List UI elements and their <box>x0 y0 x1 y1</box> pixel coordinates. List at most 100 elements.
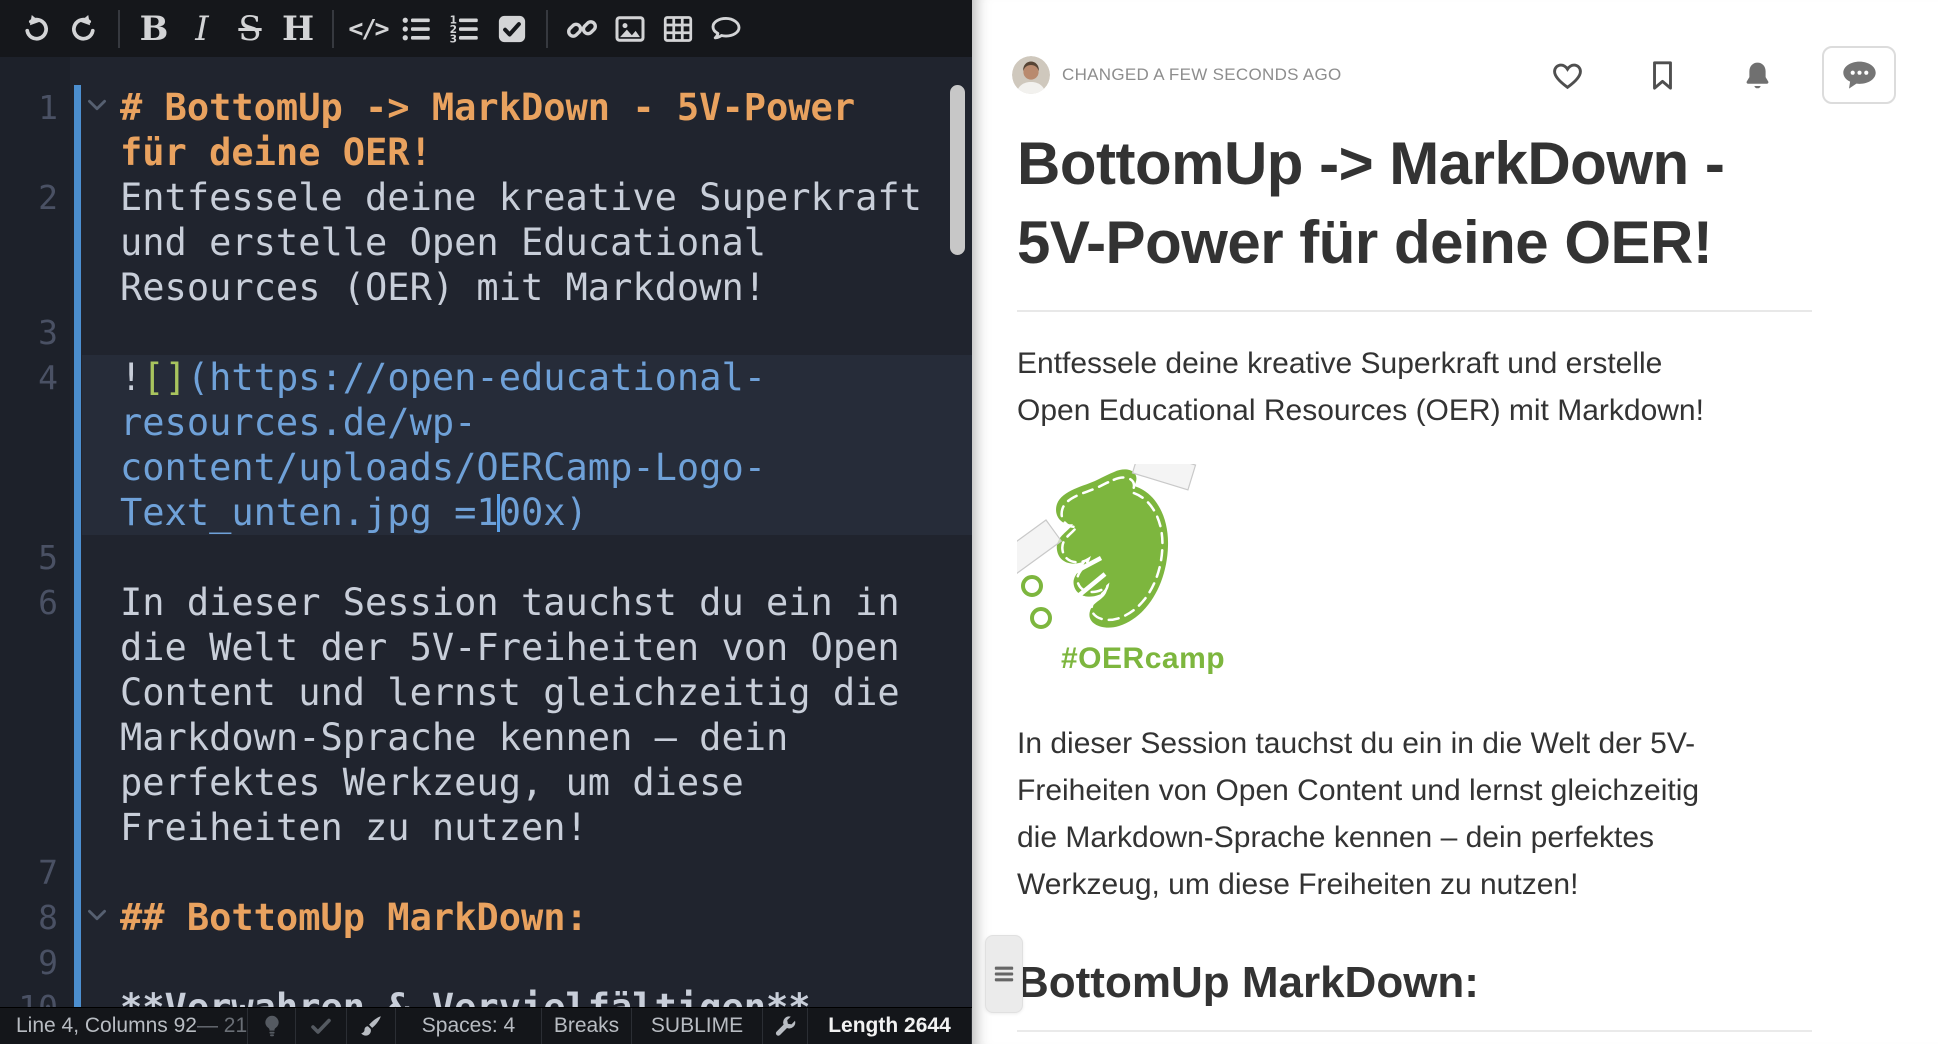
numbered-list-icon: 123 <box>449 14 479 44</box>
code-icon: </> <box>348 14 387 43</box>
preview-header: CHANGED A FEW SECONDS AGO <box>972 0 1938 110</box>
user-avatar[interactable] <box>1012 56 1050 94</box>
changed-lines-indicator <box>74 850 81 895</box>
editor-line-4[interactable]: 4![](https://open-educational-resources.… <box>0 355 972 535</box>
status-doc-length[interactable]: Length 2644 <box>808 1008 972 1044</box>
strikethrough-button[interactable]: S <box>226 5 274 53</box>
line-number: 7 <box>0 850 58 895</box>
status-doc-length-label: Length 2644 <box>828 1014 951 1038</box>
editor-line-8[interactable]: 8## BottomUp MarkDown: <box>0 895 972 940</box>
note-actions <box>1489 59 1774 92</box>
redo-icon <box>69 14 99 44</box>
italic-button[interactable]: I <box>178 5 226 53</box>
status-keymap-setting[interactable]: SUBLIME <box>632 1008 763 1044</box>
editor-body[interactable]: 1 # BottomUp -> MarkDown - 5V-Powerfür de… <box>0 57 972 1007</box>
heading-button[interactable]: H <box>274 5 322 53</box>
changed-lines-indicator <box>74 895 81 940</box>
editor-line-9[interactable]: 9 <box>0 940 972 985</box>
fold-chevron-icon[interactable] <box>84 902 110 928</box>
status-indent-setting-label: Spaces: 4 <box>422 1014 515 1038</box>
bell-button[interactable] <box>1741 59 1774 92</box>
link-button[interactable] <box>558 5 606 53</box>
comment-filled-icon <box>1841 57 1878 94</box>
logo-caption: #OERcamp <box>1017 642 1217 676</box>
status-linebreak-setting-label: Breaks <box>554 1014 619 1038</box>
svg-text:3: 3 <box>450 32 457 44</box>
changed-lines-indicator <box>74 310 81 355</box>
line-text: In dieser Session tauchst du ein indie W… <box>120 580 972 850</box>
redo-button[interactable] <box>60 5 108 53</box>
status-linebreak-setting[interactable]: Breaks <box>542 1008 632 1044</box>
brush-icon <box>359 1014 383 1038</box>
changed-lines-indicator <box>74 940 81 985</box>
toolbar-divider <box>546 10 548 48</box>
toolbar-divider <box>118 10 120 48</box>
code-button[interactable]: </> <box>344 5 392 53</box>
line-number: 6 <box>0 580 58 625</box>
changed-lines-indicator <box>74 355 81 535</box>
image-button[interactable] <box>606 5 654 53</box>
table-button[interactable] <box>654 5 702 53</box>
line-text: ## BottomUp MarkDown: <box>120 895 972 940</box>
status-theme[interactable] <box>347 1008 396 1044</box>
line-text <box>120 850 972 895</box>
status-indent-setting[interactable]: Spaces: 4 <box>396 1008 542 1044</box>
editor-line-7[interactable]: 7 <box>0 850 972 895</box>
line-text: **Verwahren & Vervielfältigen** <box>120 985 972 1007</box>
line-number: 5 <box>0 535 58 580</box>
comment-button[interactable] <box>702 5 750 53</box>
undo-icon <box>21 14 51 44</box>
bookmark-button[interactable] <box>1646 59 1679 92</box>
editor-line-5[interactable]: 5 <box>0 535 972 580</box>
text-cursor <box>497 494 500 532</box>
editor-line-2[interactable]: 2Entfessele deine kreative Superkraftund… <box>0 175 972 310</box>
changed-lines-indicator <box>74 535 81 580</box>
bullet-list-icon <box>401 14 431 44</box>
line-text: ![](https://open-educational-resources.d… <box>120 355 972 535</box>
menu-icon <box>993 963 1015 985</box>
status-spellcheck[interactable] <box>296 1008 347 1044</box>
line-number: 9 <box>0 940 58 985</box>
strikethrough-icon: S <box>238 12 261 46</box>
bullet-list-button[interactable] <box>392 5 440 53</box>
line-number: 1 <box>0 85 58 130</box>
editor-line-1[interactable]: 1 # BottomUp -> MarkDown - 5V-Powerfür de… <box>0 85 972 175</box>
note-paragraph-2: In dieser Session tauchst du ein in die … <box>1017 720 1812 908</box>
app-window: BISH </> 123 1 # BottomUp -> MarkDown - 5V-… <box>0 0 1938 1044</box>
code-area[interactable]: 1 # BottomUp -> MarkDown - 5V-Powerfür de… <box>0 85 972 1007</box>
bookmark-icon <box>1646 59 1679 92</box>
status-cursor-position-label: Line 4, Columns 92 <box>16 1014 197 1038</box>
logo-flame-shape <box>1056 469 1168 627</box>
toc-toggle[interactable] <box>985 935 1023 1013</box>
image-icon <box>615 14 645 44</box>
editor-line-10[interactable]: 10 **Verwahren & Vervielfältigen** <box>0 985 972 1007</box>
note-title: BottomUp -> MarkDown - 5V-Power für dein… <box>1017 124 1812 312</box>
heading-icon: H <box>282 12 314 46</box>
line-number: 10 <box>0 985 58 1007</box>
fold-chevron-icon[interactable] <box>84 92 110 118</box>
bold-icon: B <box>140 12 169 46</box>
task-list-button[interactable] <box>488 5 536 53</box>
status-cursor-position[interactable]: Line 4, Columns 92 — 21 <box>0 1008 248 1044</box>
numbered-list-button[interactable]: 123 <box>440 5 488 53</box>
line-text <box>120 535 972 580</box>
preview-pane: CHANGED A FEW SECONDS AGO BottomUp -> Ma… <box>972 0 1938 1044</box>
link-icon <box>567 14 597 44</box>
status-preferences[interactable] <box>763 1008 808 1044</box>
comments-button[interactable] <box>1822 46 1896 104</box>
editor-line-6[interactable]: 6 In dieser Session tauchst du ein indie … <box>0 580 972 850</box>
bold-button[interactable]: B <box>130 5 178 53</box>
note-paragraph-1: Entfessele deine kreative Superkraft und… <box>1017 340 1812 434</box>
editor-line-3[interactable]: 3 <box>0 310 972 355</box>
changed-lines-indicator <box>74 985 81 1007</box>
undo-button[interactable] <box>12 5 60 53</box>
avatar-photo <box>1012 56 1050 94</box>
line-text: Entfessele deine kreative Superkraftund … <box>120 175 972 310</box>
changed-lines-indicator <box>74 85 81 175</box>
editor-status-bar: Line 4, Columns 92 — 21 Spaces: 4 Breaks SU… <box>0 1007 972 1044</box>
status-hint[interactable] <box>248 1008 296 1044</box>
heart-button[interactable] <box>1551 59 1584 92</box>
status-cursor-position-extra: — 21 <box>197 1014 247 1038</box>
line-text: # BottomUp -> MarkDown - 5V-Powerfür dei… <box>120 85 972 175</box>
changed-lines-indicator <box>74 175 81 310</box>
